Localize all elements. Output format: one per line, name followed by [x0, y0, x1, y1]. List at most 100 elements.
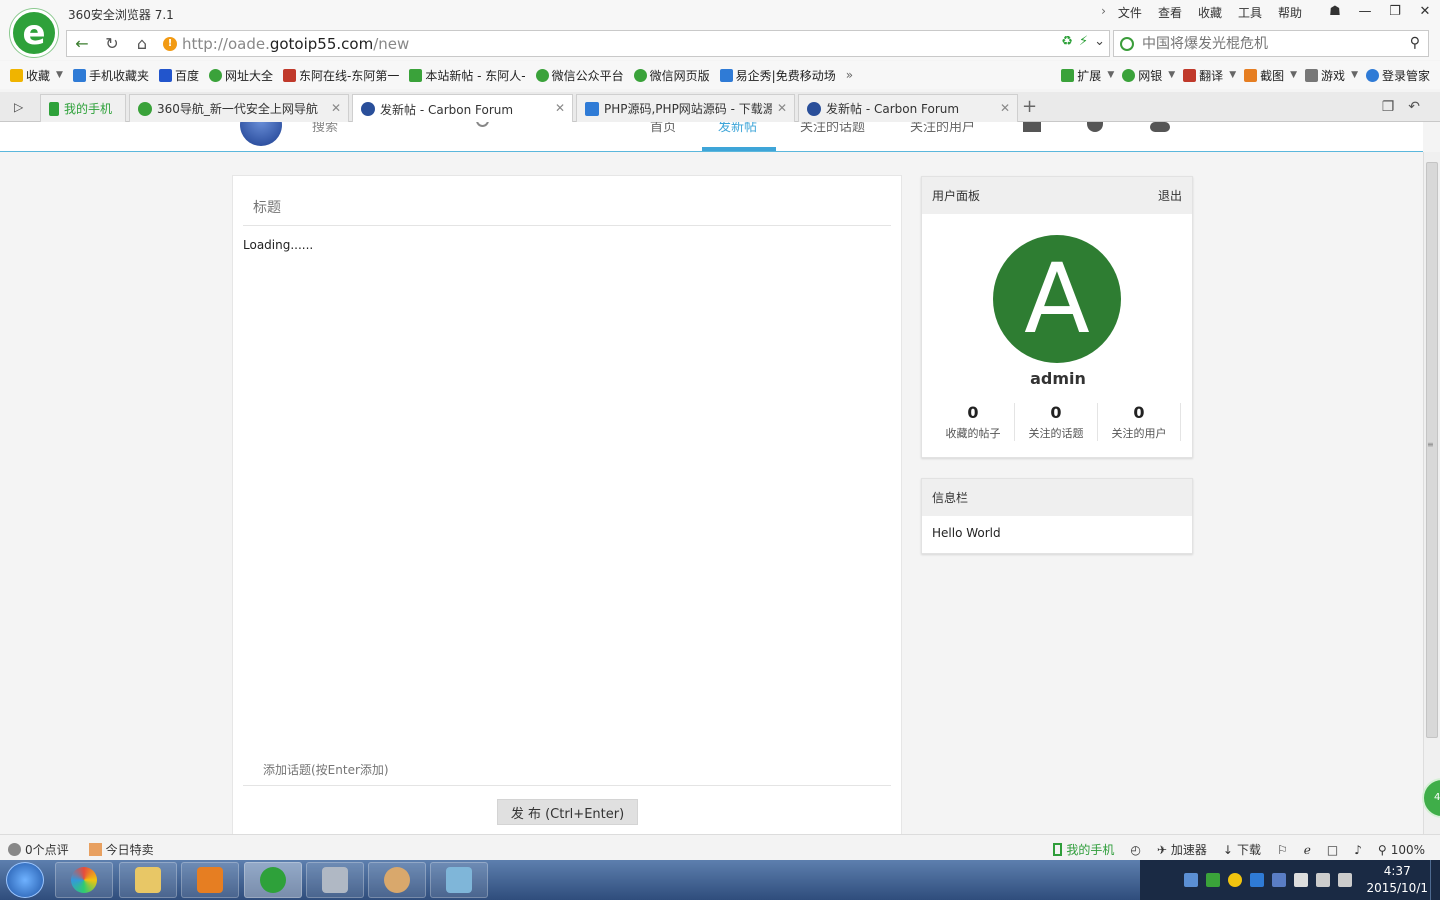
undo-close-icon[interactable]: ↶: [1408, 99, 1420, 115]
games-button[interactable]: 游戏 ▼: [1305, 67, 1358, 84]
page-scrollbar[interactable]: ≡: [1423, 152, 1440, 834]
tray-360-icon[interactable]: [1228, 873, 1243, 887]
netbank-button[interactable]: 网银 ▼: [1122, 67, 1175, 84]
daily-deals-link[interactable]: 今日特卖: [88, 841, 154, 858]
nav-followed-users[interactable]: 关注的用户: [910, 122, 975, 135]
url-text[interactable]: http://oade.gotoip55.com/new: [182, 35, 409, 53]
tray-signal-icon[interactable]: [1316, 873, 1331, 887]
login-manager-button[interactable]: 登录管家: [1365, 67, 1430, 84]
download-button[interactable]: ↓ 下载: [1223, 841, 1261, 858]
site-search-input[interactable]: 搜索: [312, 122, 338, 135]
tray-volume-icon[interactable]: [1338, 873, 1353, 887]
tag-input[interactable]: [243, 754, 891, 786]
window-icon[interactable]: □: [1327, 841, 1338, 858]
ie-mode-icon[interactable]: ℯ: [1304, 841, 1311, 858]
tab-list-icon[interactable]: ❐: [1382, 99, 1395, 115]
accelerator-button[interactable]: ✈ 加速器: [1157, 841, 1207, 858]
fav-item[interactable]: 东阿在线-东阿第一: [282, 67, 399, 84]
dashboard-icon[interactable]: [1023, 122, 1041, 132]
new-tab-button[interactable]: +: [1022, 96, 1037, 117]
tab-php-source[interactable]: PHP源码,PHP网站源码 - 下载源 ✕: [576, 94, 795, 122]
fav-item[interactable]: 易企秀|免费移动场: [719, 67, 836, 84]
tab-carbon-forum-active[interactable]: 发新帖 - Carbon Forum ✕: [352, 94, 573, 123]
search-icon[interactable]: ⚲: [1410, 35, 1420, 51]
nav-new-post[interactable]: 发新帖: [718, 122, 757, 135]
taskbar-app-paint[interactable]: [368, 862, 426, 898]
fav-item[interactable]: 网址大全: [208, 67, 273, 84]
logout-link[interactable]: 退出: [1158, 187, 1182, 204]
menu-expand-icon[interactable]: ›: [1097, 4, 1110, 21]
security-warning-icon[interactable]: !: [163, 36, 177, 51]
browser-logo-icon[interactable]: e: [10, 9, 58, 57]
taskbar-app-files[interactable]: [306, 862, 364, 898]
close-tab-icon[interactable]: ✕: [777, 101, 787, 115]
stat-followed-topics[interactable]: 0 关注的话题: [1015, 403, 1098, 441]
stat-favorite-posts[interactable]: 0 收藏的帖子: [932, 403, 1015, 441]
taskbar-app-notepad[interactable]: [430, 862, 488, 898]
minimize-button[interactable]: —: [1350, 0, 1380, 22]
search-icon[interactable]: [476, 122, 489, 127]
zoom-control[interactable]: ⚲ 100%: [1378, 841, 1425, 858]
sound-icon[interactable]: ♪: [1354, 841, 1362, 858]
speed-mode-icon[interactable]: ⚡: [1079, 34, 1088, 49]
site-logo[interactable]: [240, 122, 282, 146]
extensions-button[interactable]: 扩展 ▼: [1061, 67, 1114, 84]
menu-view[interactable]: 查看: [1150, 4, 1190, 21]
close-tab-icon[interactable]: ✕: [331, 101, 341, 115]
search-engine-icon[interactable]: [1120, 36, 1134, 51]
fav-item[interactable]: 百度: [158, 67, 199, 84]
address-dropdown-icon[interactable]: ⌄: [1094, 34, 1105, 49]
tab-carbon-forum[interactable]: 发新帖 - Carbon Forum ✕: [798, 94, 1018, 122]
taskbar-app-explorer[interactable]: [119, 862, 177, 898]
show-desktop-button[interactable]: [1430, 860, 1440, 900]
close-tab-icon[interactable]: ✕: [555, 101, 565, 115]
maximize-button[interactable]: ❐: [1380, 0, 1410, 22]
fav-item[interactable]: 微信网页版: [633, 67, 710, 84]
fav-item[interactable]: 手机收藏夹: [72, 67, 149, 84]
back-arrow-icon[interactable]: ←: [67, 31, 97, 56]
history-icon[interactable]: ◴: [1130, 841, 1140, 858]
clock[interactable]: 4:37 2015/10/1: [1366, 863, 1428, 897]
more-favorites-icon[interactable]: »: [846, 68, 853, 82]
taskbar-app-pinwheel[interactable]: [55, 862, 113, 898]
menu-file[interactable]: 文件: [1110, 4, 1150, 21]
title-input[interactable]: [243, 190, 891, 226]
refresh-icon[interactable]: ↻: [97, 31, 127, 56]
menu-favorites[interactable]: 收藏: [1190, 4, 1230, 21]
avatar[interactable]: A: [993, 235, 1121, 363]
tab-my-phone[interactable]: 我的手机: [40, 94, 126, 122]
taskbar-app-360-browser[interactable]: [244, 862, 302, 898]
scroll-thumb[interactable]: [1426, 162, 1438, 738]
taskbar-app-media[interactable]: [181, 862, 239, 898]
comments-status[interactable]: 0个点评: [8, 841, 69, 858]
gear-icon[interactable]: [1150, 122, 1170, 132]
tray-network-app-icon[interactable]: [1250, 873, 1265, 887]
close-tab-icon[interactable]: ✕: [1000, 101, 1010, 115]
username-link[interactable]: admin: [922, 369, 1194, 388]
fav-item[interactable]: 本站新帖 - 东阿人-: [409, 67, 526, 84]
sidebar-toggle-icon[interactable]: ▷: [14, 100, 23, 114]
favorites-menu[interactable]: 收藏 ▼: [10, 67, 63, 84]
tray-flag-icon[interactable]: [1184, 873, 1199, 887]
bell-icon[interactable]: [1087, 122, 1103, 132]
publish-button[interactable]: 发 布 (Ctrl+Enter): [497, 799, 638, 825]
translate-button[interactable]: 翻译 ▼: [1183, 67, 1236, 84]
nav-followed-topics[interactable]: 关注的话题: [800, 122, 865, 135]
flag-icon[interactable]: ⚐: [1277, 841, 1288, 858]
fav-item[interactable]: 微信公众平台: [535, 67, 624, 84]
stat-followed-users[interactable]: 0 关注的用户: [1098, 403, 1181, 441]
close-window-button[interactable]: ✕: [1410, 0, 1440, 22]
my-phone-status[interactable]: 我的手机: [1053, 841, 1114, 858]
recycle-icon[interactable]: ♻: [1061, 34, 1073, 49]
address-bar[interactable]: ← ↻ ⌂ ! http://oade.gotoip55.com/new ♻ ⚡…: [66, 30, 1110, 57]
nav-home[interactable]: 首页: [650, 122, 676, 135]
tab-360-nav[interactable]: 360导航_新一代安全上网导航 ✕: [129, 94, 349, 122]
home-icon[interactable]: ⌂: [127, 31, 157, 56]
skin-icon[interactable]: ☗: [1320, 0, 1350, 22]
tray-bluetooth-icon[interactable]: [1272, 873, 1287, 887]
tray-usb-icon[interactable]: [1294, 873, 1309, 887]
search-bar[interactable]: ⚲: [1113, 30, 1429, 57]
menu-help[interactable]: 帮助: [1270, 4, 1310, 21]
start-button[interactable]: [6, 862, 44, 898]
menu-tools[interactable]: 工具: [1230, 4, 1270, 21]
